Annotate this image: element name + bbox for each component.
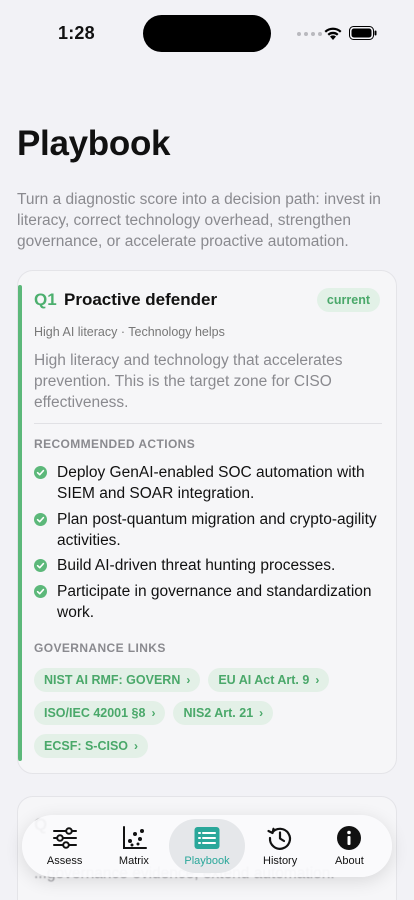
governance-link-nis2[interactable]: NIS2 Art. 21 › bbox=[173, 701, 274, 725]
tab-label: History bbox=[263, 855, 298, 867]
action-text: Plan post-quantum migration and crypto-a… bbox=[57, 510, 377, 549]
tab-about[interactable]: About bbox=[315, 819, 384, 873]
link-label: EU AI Act Art. 9 bbox=[218, 673, 310, 687]
tab-matrix[interactable]: Matrix bbox=[99, 819, 168, 873]
card-description: High literacy and technology that accele… bbox=[34, 352, 343, 411]
current-badge: current bbox=[316, 288, 380, 312]
action-item: Participate in governance and standardiz… bbox=[34, 581, 379, 623]
link-label: ISO/IEC 42001 §8 bbox=[44, 706, 146, 720]
tab-assess[interactable]: Assess bbox=[30, 819, 99, 873]
history-icon bbox=[267, 827, 292, 850]
tab-label: About bbox=[335, 855, 364, 867]
tab-bar: Assess Matrix Playbook History About bbox=[22, 815, 392, 877]
chevron-right-icon: › bbox=[151, 706, 156, 720]
dynamic-island bbox=[143, 15, 271, 52]
action-item: Deploy GenAI-enabled SOC automation with… bbox=[34, 462, 379, 504]
page-subtitle: Turn a diagnostic score into a decision … bbox=[17, 191, 381, 250]
governance-link-eu-ai-act[interactable]: EU AI Act Art. 9 › bbox=[208, 668, 330, 692]
chevron-right-icon: › bbox=[315, 673, 320, 687]
action-text: Build AI-driven threat hunting processes… bbox=[57, 557, 336, 574]
battery-icon bbox=[349, 26, 377, 40]
page-title: Playbook bbox=[17, 124, 171, 163]
governance-link-nist[interactable]: NIST AI RMF: GOVERN › bbox=[34, 668, 201, 692]
wifi-icon bbox=[324, 27, 342, 40]
status-time: 1:28 bbox=[58, 23, 95, 43]
tab-history[interactable]: History bbox=[245, 819, 314, 873]
governance-link-iso[interactable]: ISO/IEC 42001 §8 › bbox=[34, 701, 166, 725]
link-label: ECSF: S-CISO bbox=[44, 739, 129, 753]
tab-label: Matrix bbox=[118, 855, 149, 867]
card-title: Proactive defender bbox=[64, 290, 218, 309]
actions-heading: RECOMMENDED ACTIONS bbox=[34, 437, 196, 451]
tab-label: Playbook bbox=[184, 855, 230, 867]
chevron-right-icon: › bbox=[259, 706, 264, 720]
status-bar: 1:28 bbox=[0, 0, 414, 60]
link-label: NIS2 Art. 21 bbox=[183, 706, 254, 720]
card-accent-bar bbox=[18, 285, 22, 761]
check-circle-icon bbox=[34, 584, 47, 598]
action-text: Deploy GenAI-enabled SOC automation with… bbox=[57, 464, 365, 502]
divider bbox=[34, 423, 382, 424]
tab-playbook[interactable]: Playbook bbox=[168, 819, 246, 873]
playbook-card-q1[interactable]: Q1 Proactive defender current High AI li… bbox=[17, 270, 397, 774]
signal-icon bbox=[297, 32, 322, 36]
actions-list: Deploy GenAI-enabled SOC automation with… bbox=[34, 462, 379, 627]
governance-link-ecsf[interactable]: ECSF: S-CISO › bbox=[34, 734, 149, 758]
action-item: Plan post-quantum migration and crypto-a… bbox=[34, 509, 379, 551]
tab-label: Assess bbox=[46, 855, 83, 867]
chevron-right-icon: › bbox=[134, 739, 139, 753]
info-icon bbox=[337, 826, 362, 850]
list-icon bbox=[194, 827, 220, 849]
check-circle-icon bbox=[34, 466, 47, 479]
links-heading: GOVERNANCE LINKS bbox=[34, 641, 166, 655]
quadrant-code: Q1 bbox=[34, 290, 57, 309]
check-circle-icon bbox=[34, 512, 47, 526]
action-item: Build AI-driven threat hunting processes… bbox=[34, 555, 379, 576]
scatter-chart-icon bbox=[122, 826, 147, 849]
link-label: NIST AI RMF: GOVERN bbox=[44, 673, 181, 687]
governance-links: NIST AI RMF: GOVERN › EU AI Act Art. 9 › I… bbox=[34, 668, 384, 758]
check-circle-icon bbox=[34, 559, 47, 572]
sliders-icon bbox=[52, 827, 77, 849]
action-text: Participate in governance and standardiz… bbox=[57, 582, 372, 621]
card-meta: High AI literacy · Technology helps bbox=[34, 325, 225, 339]
chevron-right-icon: › bbox=[186, 673, 191, 687]
